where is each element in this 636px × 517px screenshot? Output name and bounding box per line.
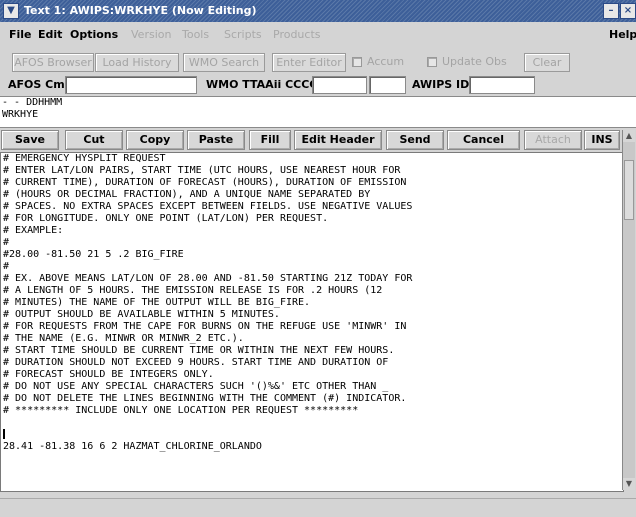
menu-tools[interactable]: Tools (182, 22, 209, 48)
text-line: 28.41 -81.38 16 6 2 HAZMAT_CHLORINE_ORLA… (3, 441, 262, 452)
copy-button[interactable]: Copy (126, 130, 184, 150)
text-line: # DURATION SHOULD NOT EXCEED 9 HOURS. ST… (3, 357, 389, 368)
scrollbar-thumb[interactable] (624, 160, 634, 220)
paste-button[interactable]: Paste (187, 130, 245, 150)
enter-editor-button[interactable]: Enter Editor (272, 53, 346, 72)
text-line: # FOR REQUESTS FROM THE CAPE FOR BURNS O… (3, 321, 407, 332)
menu-help[interactable]: Help (609, 22, 636, 48)
text-cursor-line (1, 429, 623, 441)
text-line: # CURRENT TIME), DURATION OF FORECAST (H… (3, 177, 407, 188)
text-line: # FORECAST SHOULD BE INTEGERS ONLY. (3, 369, 214, 380)
text-line: # START TIME SHOULD BE CURRENT TIME OR W… (3, 345, 395, 356)
text-line: # MINUTES) THE NAME OF THE OUTPUT WILL B… (3, 297, 311, 308)
text-line: # ********* INCLUDE ONLY ONE LOCATION PE… (3, 405, 359, 416)
cut-button[interactable]: Cut (65, 130, 123, 150)
text-line: # EX. ABOVE MEANS LAT/LON OF 28.00 AND -… (3, 273, 413, 284)
awips-id-input[interactable] (469, 76, 535, 94)
accum-toggle[interactable]: Accum (352, 53, 404, 70)
text-line: # SPACES. NO EXTRA SPACES EXCEPT BETWEEN… (3, 201, 413, 212)
header-line: - - DDHHMM (2, 97, 63, 108)
text-editor-window: ▼ Text 1: AWIPS:WRKHYE (Now Editing) – ×… (0, 0, 636, 517)
text-line: # DO NOT DELETE THE LINES BEGINNING WITH… (3, 393, 407, 404)
text-line: # ENTER LAT/LON PAIRS, START TIME (UTC H… (3, 165, 401, 176)
menu-file[interactable]: File (9, 22, 32, 48)
text-line: # OUTPUT SHOULD BE AVAILABLE WITHIN 5 MI… (3, 309, 280, 320)
window-title: Text 1: AWIPS:WRKHYE (Now Editing) (24, 4, 257, 17)
minimize-icon[interactable]: – (603, 3, 619, 19)
scroll-up-icon[interactable]: ▲ (623, 130, 635, 142)
fill-button[interactable]: Fill (249, 130, 291, 150)
vertical-scrollbar[interactable]: ▲ ▼ (622, 130, 635, 490)
scroll-down-icon[interactable]: ▼ (623, 478, 635, 490)
text-line: # (3, 261, 10, 272)
accum-label: Accum (367, 55, 405, 68)
text-line: # (HOURS OR DECIMAL FRACTION), AND A UNI… (3, 189, 371, 200)
ins-mode-button[interactable]: INS (584, 130, 620, 150)
edit-header-button[interactable]: Edit Header (294, 130, 382, 150)
save-button[interactable]: Save (1, 130, 59, 150)
product-header[interactable]: - - DDHHMM WRKHYE (0, 96, 636, 128)
status-bar (0, 498, 636, 517)
text-line: # (3, 237, 10, 248)
text-line: # EXAMPLE: (3, 225, 64, 236)
menu-options[interactable]: Options (70, 22, 118, 48)
load-history-button[interactable]: Load History (95, 53, 179, 72)
accum-checkbox[interactable] (352, 57, 362, 67)
header-line: WRKHYE (2, 109, 39, 120)
menu-products[interactable]: Products (273, 22, 321, 48)
awips-id-label: AWIPS ID: (412, 78, 474, 91)
menu-bar: File Edit Options Version Tools Scripts … (0, 22, 636, 48)
text-cursor (3, 429, 5, 439)
wmo-ttaaii-input[interactable] (312, 76, 367, 94)
afos-cmd-input[interactable] (65, 76, 197, 94)
update-obs-checkbox[interactable] (427, 57, 437, 67)
menu-edit[interactable]: Edit (38, 22, 62, 48)
text-line: #28.00 -81.50 21 5 .2 BIG_FIRE (3, 249, 184, 260)
update-obs-toggle[interactable]: Update Obs (427, 53, 507, 70)
text-line: # THE NAME (E.G. MINWR OR MINWR_2 ETC.). (3, 333, 244, 344)
close-icon[interactable]: × (620, 3, 636, 19)
wmo-label: WMO TTAAii CCCC: (206, 78, 322, 91)
wmo-cccc-input[interactable] (369, 76, 406, 94)
text-line: # EMERGENCY HYSPLIT REQUEST (3, 153, 166, 164)
afos-browser-button[interactable]: AFOS Browser (12, 53, 94, 72)
text-line: # A LENGTH OF 5 HOURS. THE EMISSION RELE… (3, 285, 383, 296)
attach-button[interactable]: Attach (524, 130, 582, 150)
text-line (1, 417, 623, 429)
title-bar[interactable]: ▼ Text 1: AWIPS:WRKHYE (Now Editing) – × (0, 0, 636, 22)
update-obs-label: Update Obs (442, 55, 507, 68)
window-menu-icon[interactable]: ▼ (3, 3, 19, 19)
product-text-area[interactable]: # EMERGENCY HYSPLIT REQUEST # ENTER LAT/… (0, 152, 624, 492)
menu-scripts[interactable]: Scripts (224, 22, 262, 48)
text-line: # FOR LONGITUDE. ONLY ONE POINT (LAT/LON… (3, 213, 329, 224)
wmo-search-button[interactable]: WMO Search (183, 53, 265, 72)
menu-version[interactable]: Version (131, 22, 171, 48)
clear-button[interactable]: Clear (524, 53, 570, 72)
cancel-button[interactable]: Cancel (447, 130, 520, 150)
send-button[interactable]: Send (386, 130, 444, 150)
text-line: # DO NOT USE ANY SPECIAL CHARACTERS SUCH… (3, 381, 389, 392)
